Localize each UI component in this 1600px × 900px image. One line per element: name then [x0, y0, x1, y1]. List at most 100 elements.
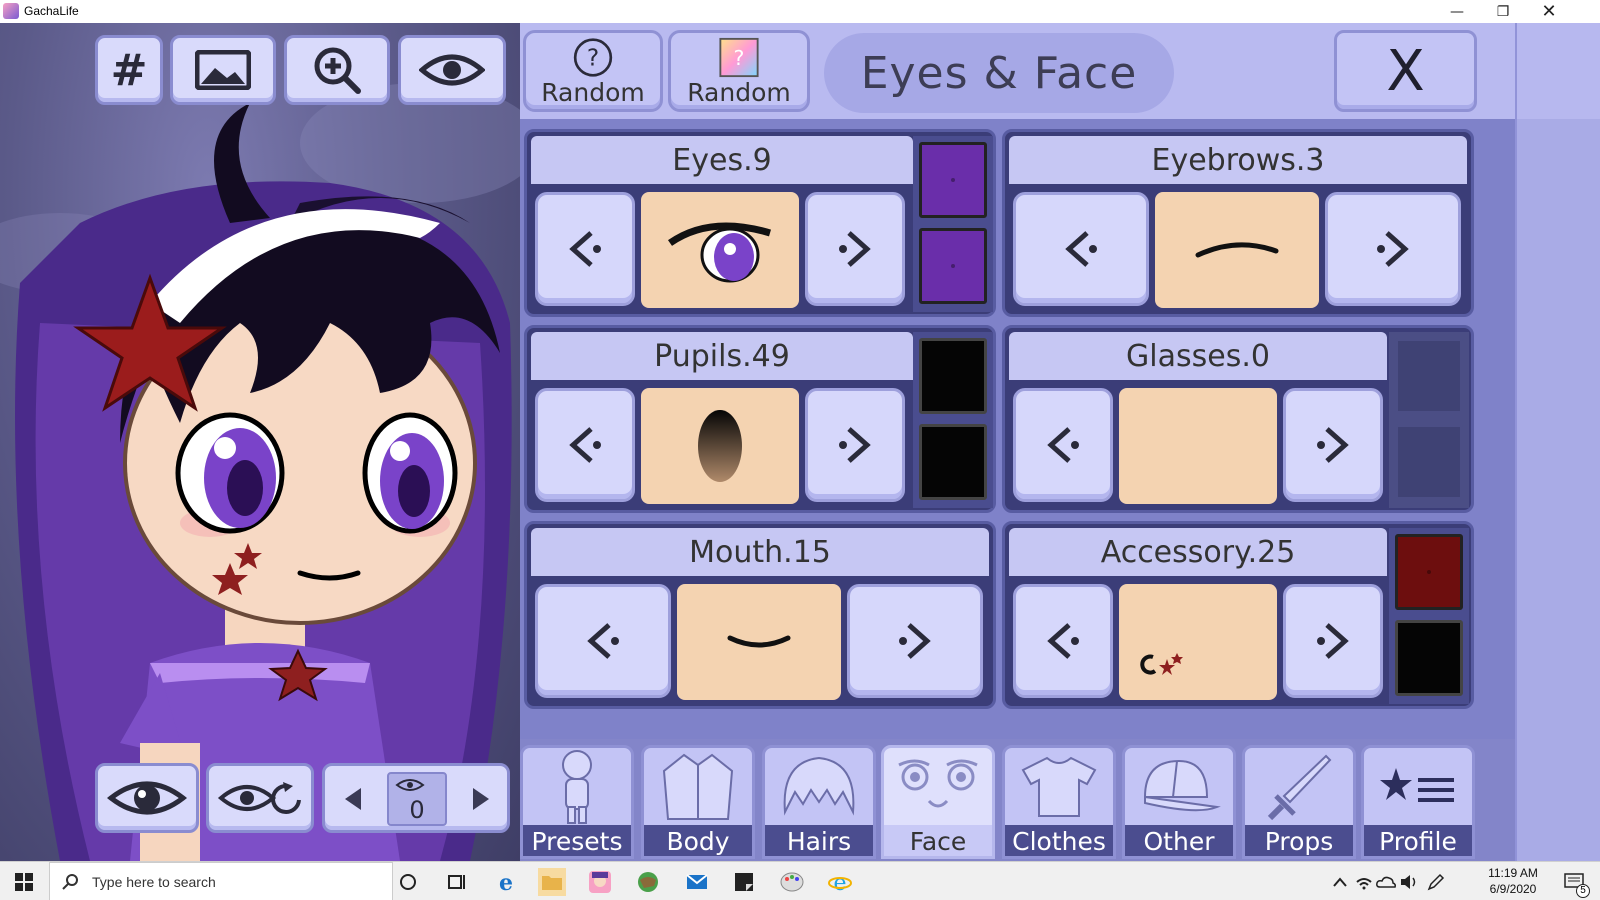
eyes-next-button[interactable] [805, 192, 905, 306]
arrow-right-icon [899, 623, 931, 659]
layer-prev-button[interactable] [343, 786, 363, 816]
chevron-up-icon [1333, 877, 1347, 887]
random-button[interactable]: ? Random [523, 30, 663, 112]
tab-presets[interactable]: Presets [520, 745, 634, 859]
paint-taskbar-button[interactable] [778, 868, 806, 896]
tab-other[interactable]: Other [1122, 745, 1236, 859]
image-icon [195, 50, 251, 90]
eye-small-icon [395, 779, 425, 791]
accessory-next-button[interactable] [1283, 584, 1383, 698]
tab-clothes[interactable]: Clothes [1002, 745, 1116, 859]
accessory-color-1-swatch[interactable] [1395, 534, 1463, 610]
hash-label: # [110, 44, 148, 96]
layer-value: 0 [409, 796, 425, 824]
eyes-prev-button[interactable] [535, 192, 635, 306]
random-color-button[interactable]: ? Random [668, 30, 810, 112]
pupils-next-button[interactable] [805, 388, 905, 502]
start-button[interactable] [10, 868, 38, 896]
panel-header: ? Random ? Random Eyes & Face X [520, 23, 1515, 119]
eye-look-icon [107, 781, 187, 815]
restore-button[interactable]: ❐ [1480, 0, 1526, 23]
close-window-button[interactable]: ✕ [1526, 0, 1572, 23]
tab-props[interactable]: Props [1242, 745, 1356, 859]
ie-icon: e [828, 871, 852, 894]
tab-face[interactable]: Face [881, 745, 995, 859]
mail-taskbar-button[interactable] [683, 868, 711, 896]
cortana-button[interactable] [394, 868, 422, 896]
glasses-next-button[interactable] [1283, 388, 1383, 502]
zoom-button[interactable] [284, 35, 390, 105]
eyes-color-2-swatch[interactable] [919, 228, 987, 304]
side-strip [1515, 23, 1600, 861]
search-placeholder: Type here to search [92, 873, 216, 890]
tab-hairs[interactable]: Hairs [762, 745, 876, 859]
edge-taskbar-button[interactable]: e [492, 868, 520, 896]
side-strip-top [1517, 23, 1600, 119]
pupils-color-1-swatch[interactable] [919, 338, 987, 414]
arrow-left-icon [569, 427, 601, 463]
task-view-icon [448, 875, 465, 889]
glasses-label: Glasses.0 [1009, 332, 1387, 380]
globe-icon [638, 872, 658, 892]
mouth-prev-button[interactable] [535, 584, 671, 698]
taskbar-clock[interactable]: 11:19 AM 6/9/2020 [1482, 865, 1544, 897]
internet-explorer-taskbar-button[interactable]: e [826, 868, 854, 896]
svg-text:?: ? [587, 45, 599, 72]
mouth-label: Mouth.15 [531, 528, 989, 576]
circle-icon [400, 874, 416, 890]
tab-label: Hairs [765, 825, 873, 856]
pupils-label: Pupils.49 [531, 332, 913, 380]
layer-next-button[interactable] [471, 786, 491, 816]
pupil-preview-icon [698, 410, 742, 482]
mouth-next-button[interactable] [847, 584, 983, 698]
file-explorer-taskbar-button[interactable] [538, 868, 566, 896]
tab-label: Profile [1364, 825, 1472, 856]
look-button[interactable] [95, 763, 199, 833]
minimize-button[interactable]: — [1434, 0, 1480, 23]
cheek-star-preview-icon [1140, 653, 1183, 675]
face-editor-panel: ? Random ? Random Eyes & Face X Eyes.9 E… [520, 23, 1515, 861]
tab-label: Other [1125, 825, 1233, 856]
triangle-right-icon [473, 788, 489, 810]
notification-count: 5 [1576, 884, 1590, 898]
pen-icon [1427, 873, 1445, 891]
arrow-left-icon [587, 623, 619, 659]
glasses-prev-button[interactable] [1013, 388, 1113, 502]
sticky-notes-taskbar-button[interactable] [730, 868, 758, 896]
pen-button[interactable] [1422, 868, 1450, 896]
hash-button[interactable]: # [95, 35, 163, 105]
eyebrows-prev-button[interactable] [1013, 192, 1149, 306]
options-grid: Eyes.9 Eyebrows.3 Pupils.49 Glasses.0 Mo… [520, 119, 1515, 739]
eyes-color-1-swatch[interactable] [919, 142, 987, 218]
reset-look-button[interactable] [206, 763, 314, 833]
task-view-button[interactable] [442, 868, 470, 896]
gachalife-taskbar-button[interactable] [586, 868, 614, 896]
accessory-prev-button[interactable] [1013, 584, 1113, 698]
app-icon [3, 3, 19, 19]
arrow-right-icon [839, 231, 871, 267]
accessory-cell: Accessory.25 [1002, 521, 1474, 709]
taskbar: Type here to search e e 11:19 AM 6/9/202… [0, 861, 1600, 900]
swatch-dot [951, 264, 955, 268]
svg-text:?: ? [734, 46, 745, 70]
sword-icon [1245, 748, 1353, 825]
eyebrows-label: Eyebrows.3 [1009, 136, 1467, 184]
tab-body[interactable]: Body [641, 745, 755, 859]
accessory-color-2-swatch[interactable] [1395, 620, 1463, 696]
tab-profile[interactable]: Profile [1361, 745, 1475, 859]
eye-toggle-button[interactable] [398, 35, 506, 105]
minecraft-taskbar-button[interactable] [634, 868, 662, 896]
pupils-color-2-swatch[interactable] [919, 424, 987, 500]
random-label: Random [541, 78, 645, 107]
accessory-label: Accessory.25 [1009, 528, 1387, 576]
face-icon [884, 748, 992, 825]
swatch-dot [1427, 570, 1431, 574]
tab-label: Body [644, 825, 752, 856]
close-panel-button[interactable]: X [1334, 30, 1477, 112]
notifications-button[interactable]: 5 [1560, 868, 1590, 898]
background-button[interactable] [170, 35, 276, 105]
volume-button[interactable] [1396, 868, 1424, 896]
pupils-prev-button[interactable] [535, 388, 635, 502]
taskbar-search-box[interactable]: Type here to search [49, 862, 393, 900]
eyebrows-next-button[interactable] [1325, 192, 1461, 306]
